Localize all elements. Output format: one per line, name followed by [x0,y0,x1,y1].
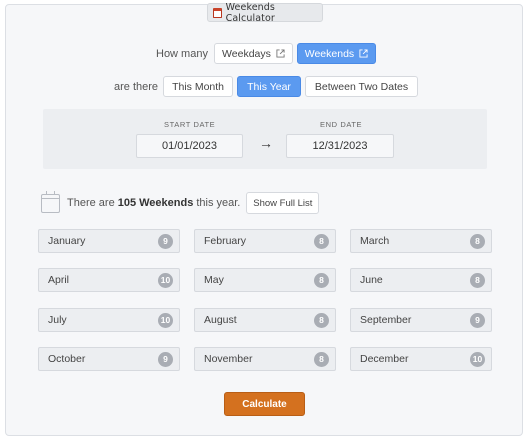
app-title: Weekends Calculator [225,1,275,24]
result-summary: There are 105 Weekends this year. Show F… [41,190,320,214]
date-range-panel: START DATE 01/01/2023 → END DATE 12/31/2… [43,109,487,169]
month-item[interactable]: June 8 [350,268,492,292]
weekdays-label: Weekdays [222,47,271,60]
month-item[interactable]: October 9 [38,347,180,371]
month-item[interactable]: September 9 [350,308,492,332]
month-name: February [204,235,247,247]
weekend-count-badge: 8 [470,233,485,249]
month-item[interactable]: January 9 [38,229,180,253]
summary-suffix: this year. [196,197,241,209]
weekend-count-badge: 8 [314,272,329,288]
month-name: November [204,353,253,365]
month-name: June [360,274,383,286]
month-item[interactable]: February 8 [194,229,336,253]
month-item[interactable]: July 10 [38,308,180,332]
type-selector-row: How many Weekdays Weekends [156,43,376,64]
external-link-icon [276,49,285,58]
month-name: October [48,353,86,365]
start-date-input[interactable]: 01/01/2023 [136,134,243,158]
calendar-icon [41,190,60,213]
weekend-count-badge: 10 [158,312,173,328]
weekend-count-badge: 9 [158,351,173,367]
weekend-count-badge: 8 [470,272,485,288]
calculator-card [5,4,523,436]
month-name: January [48,235,86,247]
weekend-count: 105 Weekends [117,197,194,209]
are-there-label: are there [114,80,159,93]
app-title-tab: Weekends Calculator [207,1,323,24]
external-link-icon [359,49,368,58]
weekends-button[interactable]: Weekends [296,43,376,64]
month-name: April [48,274,70,286]
how-many-label: How many [156,47,208,60]
month-name: March [360,235,390,247]
weekdays-button[interactable]: Weekdays [213,43,293,64]
weekends-label: Weekends [304,47,355,60]
calculate-button[interactable]: Calculate [224,392,305,416]
start-date-label: START DATE [164,120,216,129]
calendar-icon [213,7,222,18]
between-two-dates-button[interactable]: Between Two Dates [305,76,419,97]
show-full-list-button[interactable]: Show Full List [246,192,320,214]
month-name: May [204,274,224,286]
weekend-count-badge: 10 [158,272,173,288]
summary-prefix: There are [67,197,115,209]
this-month-button[interactable]: This Month [163,76,234,97]
weekend-count-badge: 8 [314,351,329,367]
month-name: December [360,353,409,365]
month-item[interactable]: August 8 [194,308,336,332]
this-year-button[interactable]: This Year [237,76,302,97]
month-name: September [360,314,412,326]
month-item[interactable]: March 8 [350,229,492,253]
month-name: August [204,314,237,326]
weekend-count-badge: 9 [470,312,485,328]
weekend-count-badge: 9 [158,233,173,249]
month-item[interactable]: May 8 [194,268,336,292]
month-name: July [48,314,67,326]
arrow-right-icon: → [259,135,273,151]
weekend-count-badge: 8 [314,312,329,328]
end-date-label: END DATE [320,120,363,129]
month-item[interactable]: November 8 [194,347,336,371]
month-item[interactable]: April 10 [38,268,180,292]
weekend-count-badge: 8 [314,233,329,249]
month-item[interactable]: December 10 [350,347,492,371]
period-selector-row: are there This Month This Year Between T… [114,76,419,97]
weekend-count-badge: 10 [470,351,485,367]
end-date-input[interactable]: 12/31/2023 [286,134,394,158]
